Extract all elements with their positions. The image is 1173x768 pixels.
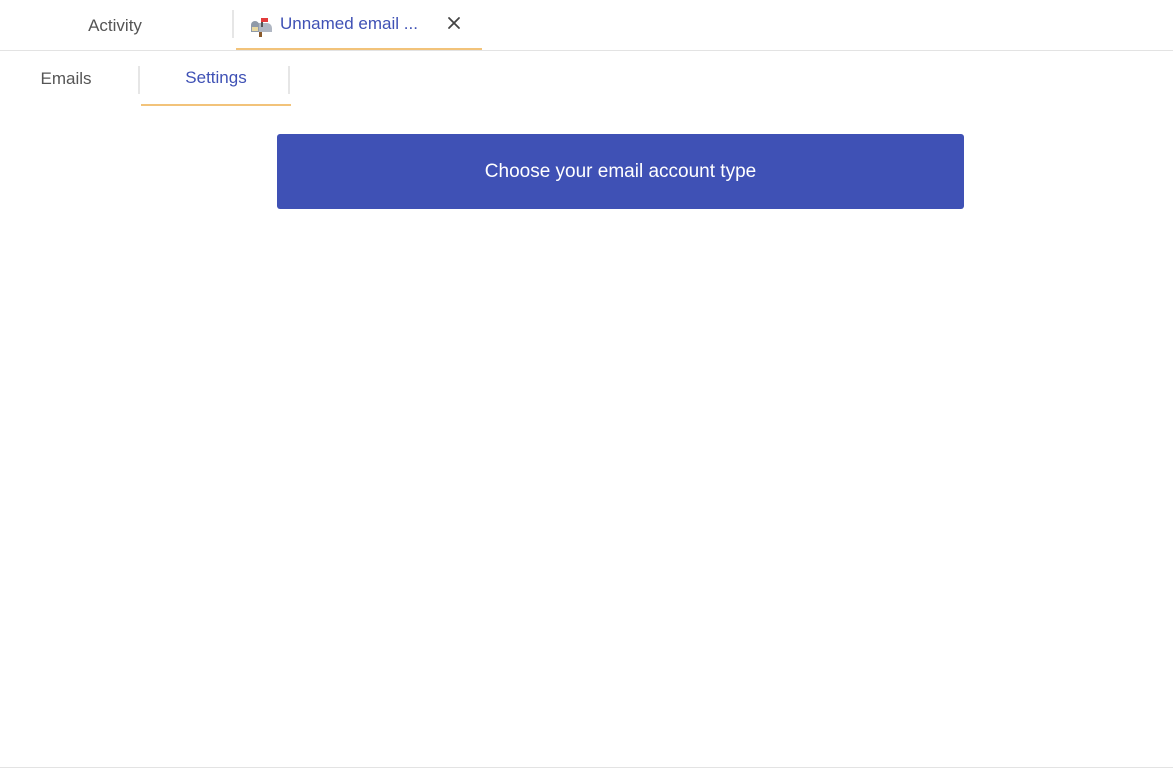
tab-unnamed-email[interactable]: Unnamed email ... (236, 0, 482, 50)
tab-divider (288, 66, 290, 94)
tab-settings-label: Settings (185, 68, 247, 87)
tab-emails[interactable]: Emails (0, 52, 132, 106)
choose-email-account-type-button[interactable]: Choose your email account type (277, 134, 964, 209)
tab-divider (138, 66, 140, 94)
email-app-window: Activity Unnamed email ... Emails Settin… (0, 0, 1173, 768)
top-tab-bar: Activity Unnamed email ... (0, 0, 1173, 51)
choose-email-account-type-label: Choose your email account type (484, 160, 757, 182)
tab-settings[interactable]: Settings (141, 52, 291, 106)
close-icon[interactable] (445, 14, 463, 32)
tab-activity-label: Activity (88, 15, 142, 35)
tab-divider (232, 10, 234, 38)
tab-activity[interactable]: Activity (0, 0, 230, 51)
sub-tab-bar: Emails Settings (0, 52, 1173, 108)
tab-emails-label: Emails (40, 69, 92, 88)
mailbox-icon (249, 17, 273, 37)
tab-unnamed-email-label: Unnamed email ... (280, 14, 418, 33)
